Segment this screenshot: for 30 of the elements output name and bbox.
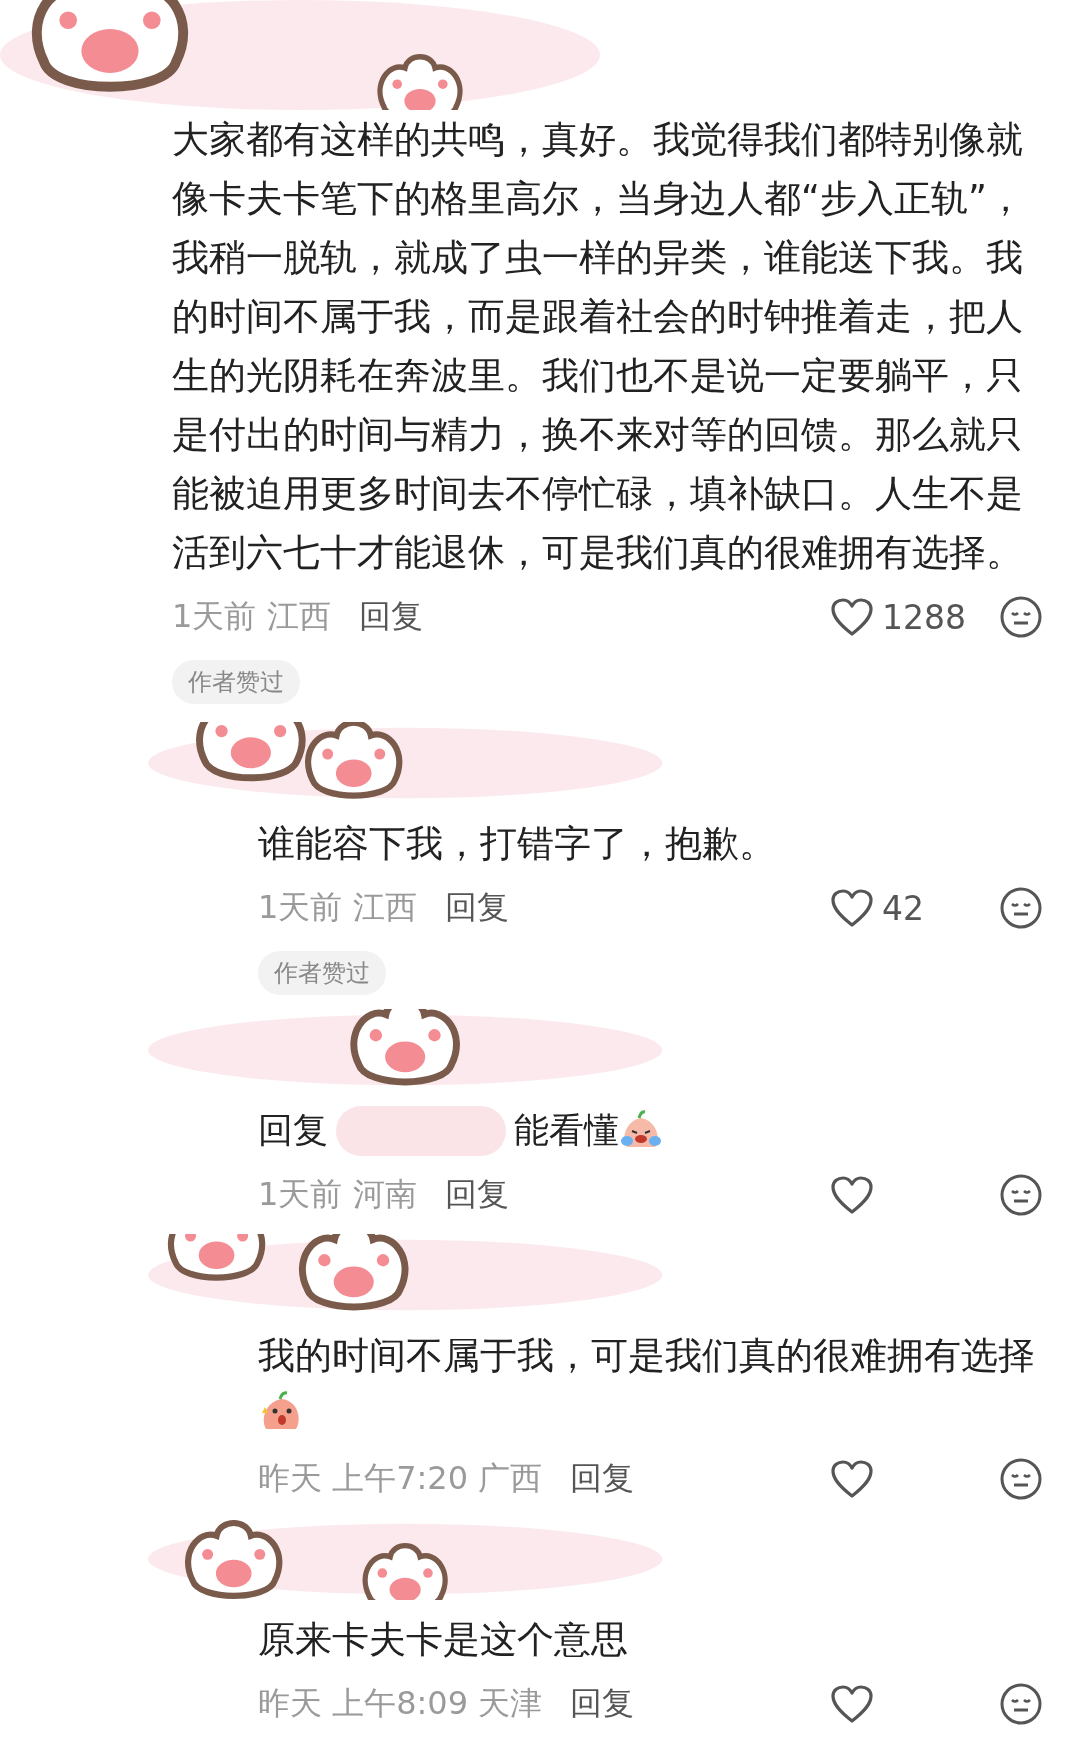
heart-icon[interactable] — [830, 1684, 874, 1724]
author-liked-badge: 作者赞过 — [258, 951, 386, 995]
reply-link[interactable]: 回复 — [358, 595, 423, 639]
reply-link[interactable]: 回复 — [570, 1457, 635, 1501]
neutral-face-icon[interactable] — [1000, 887, 1042, 929]
comment-text: 谁能容下我，打错字了，抱歉。 — [258, 821, 777, 867]
heart-icon[interactable] — [830, 1175, 874, 1215]
comment-text: 原来卡夫卡是这个意思 — [258, 1617, 629, 1663]
author-liked-badge: 作者赞过 — [172, 660, 300, 704]
reply-link[interactable]: 回复 — [444, 886, 509, 930]
neutral-face-icon[interactable] — [1000, 596, 1042, 638]
timestamp-location: 1天前 江西 — [258, 887, 417, 928]
heart-icon[interactable] — [830, 1459, 874, 1499]
neutral-face-icon[interactable] — [1000, 1174, 1042, 1216]
neutral-face-icon[interactable] — [1000, 1458, 1042, 1500]
comment-text: 我的时间不属于我，可是我们真的很难拥有选择 — [258, 1326, 1048, 1444]
reply-prefix: 回复 — [258, 1109, 328, 1152]
timestamp-location: 1天前 江西 — [172, 596, 331, 637]
comment-text: 大家都有这样的共鸣，真好。我觉得我们都特别像就像卡夫卡笔下的格里高尔，当身边人都“步入正轨”，我稍一脱轨，就成了虫一样的异类，谁能送下我。我的时间不属于我，而是跟着社会的时钟推着走，把人生的光阴耗在奔波里。我们也不是说一定要躺平，只是付出的时间与精力，换不来对等的回馈。那么就只能被迫用更多时间去不停忙碌，填补缺口。人生不是活到六七十才能退休，可是我们真的很难拥有选择。 — [172, 117, 1025, 576]
timestamp-location: 昨天 上午8:09 天津 — [258, 1683, 543, 1724]
timestamp-location: 昨天 上午7:20 广西 — [258, 1458, 543, 1499]
reply-link[interactable]: 回复 — [444, 1173, 509, 1217]
comment-text: 能看懂 — [514, 1109, 619, 1152]
heart-icon[interactable] — [830, 888, 874, 928]
timestamp-location: 1天前 河南 — [258, 1174, 417, 1215]
neutral-face-icon[interactable] — [1000, 1683, 1042, 1725]
like-count: 1288 — [882, 597, 966, 637]
heart-icon[interactable] — [830, 597, 874, 637]
reply-link[interactable]: 回复 — [570, 1682, 635, 1726]
like-count: 42 — [882, 888, 924, 928]
